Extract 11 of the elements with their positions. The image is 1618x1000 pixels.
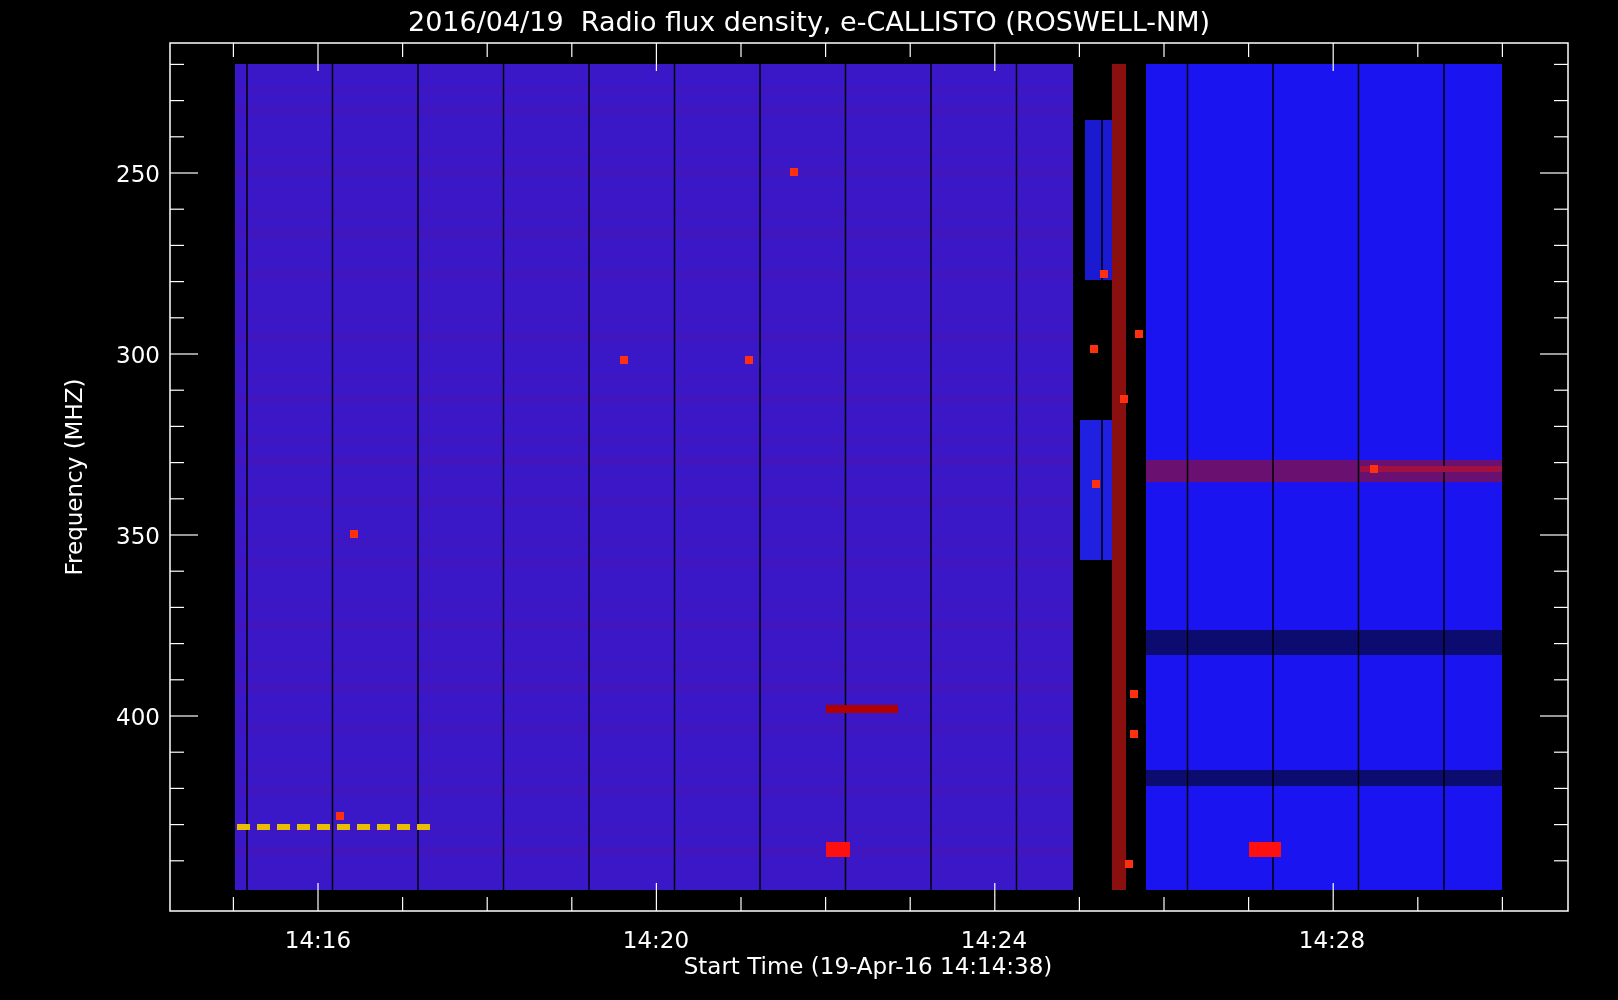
y-tick-label: 350 <box>116 523 160 549</box>
y-tick-label: 300 <box>116 342 160 368</box>
x-axis-label: Start Time (19-Apr-16 14:14:38) <box>683 953 1053 979</box>
x-tick-label: 14:20 <box>622 927 690 953</box>
y-tick-label: 250 <box>116 161 160 187</box>
x-tick-label: 14:28 <box>1298 927 1366 953</box>
y-axis-label: Frequency (MHZ) <box>61 378 87 576</box>
x-tick-label: 14:24 <box>960 927 1028 953</box>
chart-title: 2016/04/19 Radio flux density, e-CALLISTO (ROSWELL-NM) <box>407 6 1211 37</box>
x-tick-label: 14:16 <box>284 927 352 953</box>
y-tick-label: 400 <box>116 704 160 730</box>
